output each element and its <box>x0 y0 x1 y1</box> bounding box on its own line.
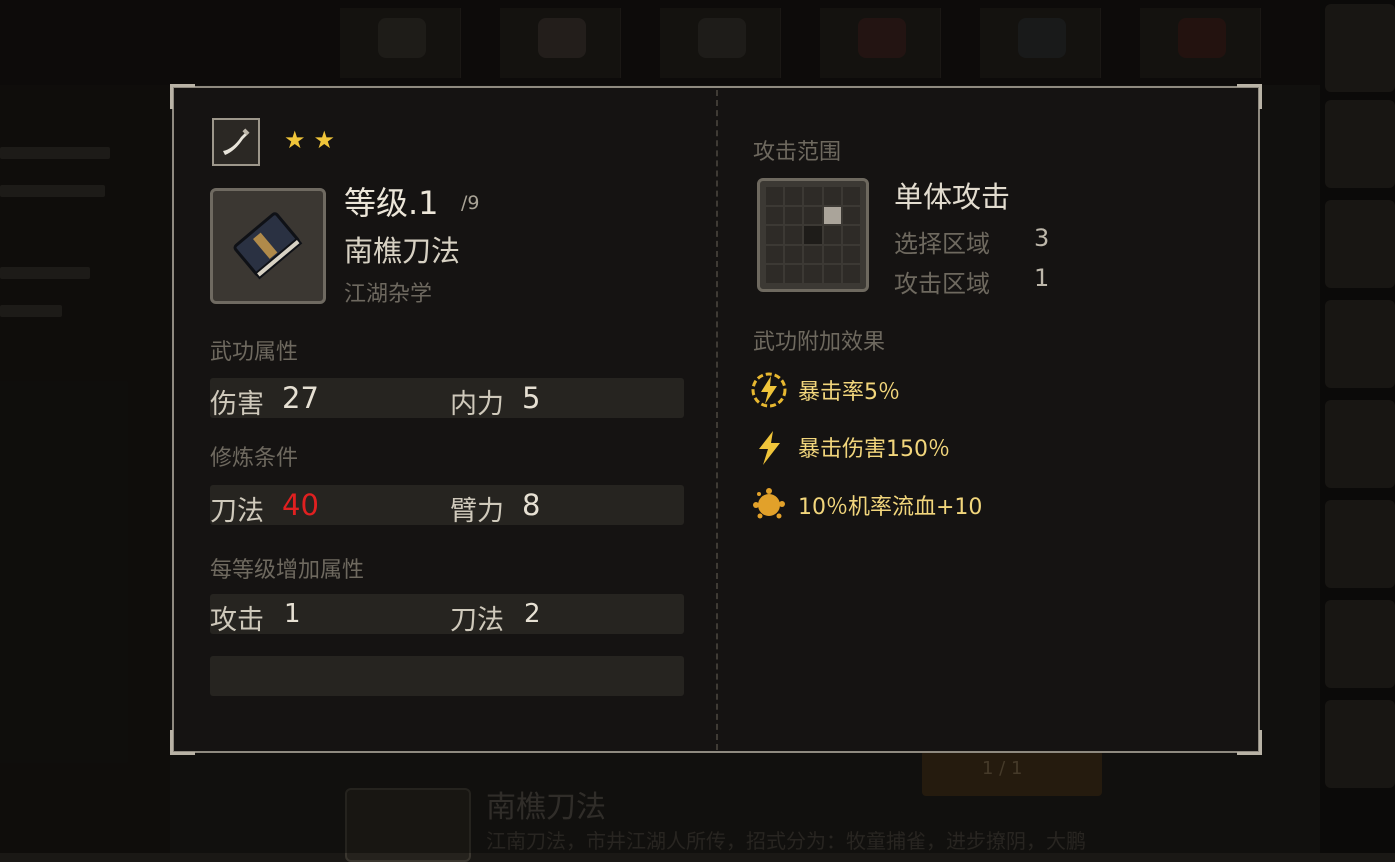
attack-range-title: 攻击范围 <box>753 140 842 165</box>
effect-item: 暴击率5％ <box>748 369 900 411</box>
attributes-row: 伤害 27 内力 5 <box>210 378 684 420</box>
effects-title: 武功附加效果 <box>753 330 886 355</box>
blade-requirement-label: 刀法 <box>210 496 264 527</box>
neili-value: 5 <box>522 381 541 415</box>
attributes-title: 武功属性 <box>210 340 299 365</box>
requirements-title: 修炼条件 <box>210 446 299 471</box>
lightning-icon <box>748 426 790 468</box>
arm-requirement-label: 臂力 <box>450 496 504 527</box>
blade-gain-label: 刀法 <box>450 605 504 636</box>
attack-area-label: 攻击区域 <box>894 270 990 298</box>
lightning-circle-icon <box>748 369 790 411</box>
star-icon: ★ <box>284 126 306 154</box>
blade-gain-value: 2 <box>524 599 541 629</box>
skill-level: 等级.1 <box>344 184 439 222</box>
blade-type-icon <box>212 118 260 166</box>
skill-category: 江湖杂学 <box>344 282 433 307</box>
blade-requirement-value: 40 <box>282 488 319 522</box>
effect-item: 10％机率流血+10 <box>748 484 982 526</box>
requirements-row: 刀法 40 臂力 8 <box>210 485 684 527</box>
attack-type: 单体攻击 <box>894 180 1011 214</box>
per-level-title: 每等级增加属性 <box>210 558 365 583</box>
attack-gain-value: 1 <box>284 599 301 629</box>
skill-book-icon <box>210 188 326 304</box>
blood-splash-icon <box>748 484 790 526</box>
select-area-value: 3 <box>1034 224 1050 252</box>
attack-area-value: 1 <box>1034 264 1050 292</box>
attack-gain-label: 攻击 <box>210 605 264 636</box>
neili-label: 内力 <box>450 389 504 420</box>
attack-range-grid <box>757 178 869 292</box>
damage-value: 27 <box>282 381 319 415</box>
skill-detail-panel: ★ ★ 等级.1 /9 南樵刀法 江湖杂学 武功属性 伤害 27 内力 5 修炼… <box>170 84 1262 755</box>
select-area-label: 选择区域 <box>894 230 990 258</box>
skill-name: 南樵刀法 <box>344 234 461 268</box>
per-level-row: 攻击 1 刀法 2 <box>210 594 684 636</box>
empty-row <box>210 656 684 696</box>
panel-divider <box>716 90 718 750</box>
arm-requirement-value: 8 <box>522 488 541 522</box>
skill-stars: ★ ★ <box>284 126 335 154</box>
skill-level-max: /9 <box>461 192 480 214</box>
damage-label: 伤害 <box>210 389 264 420</box>
star-icon: ★ <box>313 126 336 154</box>
effect-item: 暴击伤害150％ <box>748 426 950 468</box>
